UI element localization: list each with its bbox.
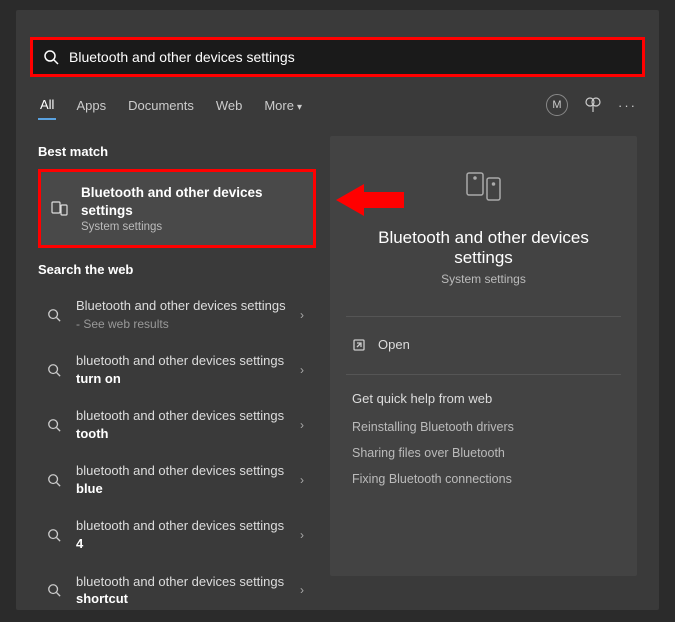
reward-icon[interactable] bbox=[584, 96, 602, 114]
web-result[interactable]: bluetooth and other devices settings too… bbox=[38, 397, 316, 452]
tab-more[interactable]: More▾ bbox=[262, 92, 304, 119]
divider bbox=[346, 374, 621, 375]
chevron-right-icon: › bbox=[300, 583, 308, 597]
best-match-header: Best match bbox=[38, 144, 316, 159]
web-result-text: Bluetooth and other devices settings - S… bbox=[76, 297, 288, 332]
search-input[interactable] bbox=[59, 49, 632, 65]
web-result[interactable]: bluetooth and other devices settings blu… bbox=[38, 452, 316, 507]
tab-all[interactable]: All bbox=[38, 91, 56, 120]
search-web-header: Search the web bbox=[38, 262, 316, 277]
more-options-icon[interactable]: ··· bbox=[618, 98, 637, 113]
search-icon bbox=[44, 363, 64, 377]
web-result[interactable]: bluetooth and other devices settings sho… bbox=[38, 563, 316, 618]
result-preview-panel: Bluetooth and other devices settings Sys… bbox=[330, 136, 637, 576]
search-icon bbox=[44, 528, 64, 542]
preview-subtitle: System settings bbox=[352, 272, 615, 286]
open-icon bbox=[352, 338, 366, 352]
best-match-result[interactable]: Bluetooth and other devices settings Sys… bbox=[38, 169, 316, 248]
search-icon bbox=[43, 49, 59, 65]
web-result-text: bluetooth and other devices settings too… bbox=[76, 407, 288, 442]
tab-web[interactable]: Web bbox=[214, 92, 245, 119]
web-result[interactable]: bluetooth and other devices settings 4 › bbox=[38, 507, 316, 562]
open-label: Open bbox=[378, 337, 410, 352]
results-column: Best match Bluetooth and other devices s… bbox=[16, 130, 316, 610]
best-match-title: Bluetooth and other devices settings bbox=[81, 184, 301, 219]
preview-devices-icon bbox=[463, 166, 505, 208]
chevron-right-icon: › bbox=[300, 308, 308, 322]
chevron-right-icon: › bbox=[300, 528, 308, 542]
help-link[interactable]: Sharing files over Bluetooth bbox=[352, 446, 615, 460]
help-link[interactable]: Fixing Bluetooth connections bbox=[352, 472, 615, 486]
help-link[interactable]: Reinstalling Bluetooth drivers bbox=[352, 420, 615, 434]
search-bar[interactable] bbox=[30, 37, 645, 77]
search-icon bbox=[44, 583, 64, 597]
search-icon bbox=[44, 418, 64, 432]
filter-tabs: All Apps Documents Web More▾ M ··· bbox=[38, 88, 637, 122]
web-result-text: bluetooth and other devices settings tur… bbox=[76, 352, 288, 387]
web-result-text: bluetooth and other devices settings sho… bbox=[76, 573, 288, 608]
open-action[interactable]: Open bbox=[352, 333, 615, 356]
chevron-right-icon: › bbox=[300, 363, 308, 377]
settings-devices-icon bbox=[49, 198, 71, 220]
chevron-down-icon: ▾ bbox=[297, 102, 302, 113]
tab-documents[interactable]: Documents bbox=[126, 92, 196, 119]
web-result-text: bluetooth and other devices settings 4 bbox=[76, 517, 288, 552]
user-avatar[interactable]: M bbox=[546, 94, 568, 116]
quick-help-header: Get quick help from web bbox=[352, 391, 615, 406]
web-result[interactable]: bluetooth and other devices settings tur… bbox=[38, 342, 316, 397]
preview-title: Bluetooth and other devices settings bbox=[352, 228, 615, 268]
chevron-right-icon: › bbox=[300, 473, 308, 487]
web-result-text: bluetooth and other devices settings blu… bbox=[76, 462, 288, 497]
search-icon bbox=[44, 473, 64, 487]
search-icon bbox=[44, 308, 64, 322]
web-result[interactable]: Bluetooth and other devices settings - S… bbox=[38, 287, 316, 342]
chevron-right-icon: › bbox=[300, 418, 308, 432]
tab-apps[interactable]: Apps bbox=[74, 92, 108, 119]
windows-search-flyout: All Apps Documents Web More▾ M ··· Best … bbox=[16, 10, 659, 610]
divider bbox=[346, 316, 621, 317]
best-match-subtitle: System settings bbox=[81, 221, 301, 233]
